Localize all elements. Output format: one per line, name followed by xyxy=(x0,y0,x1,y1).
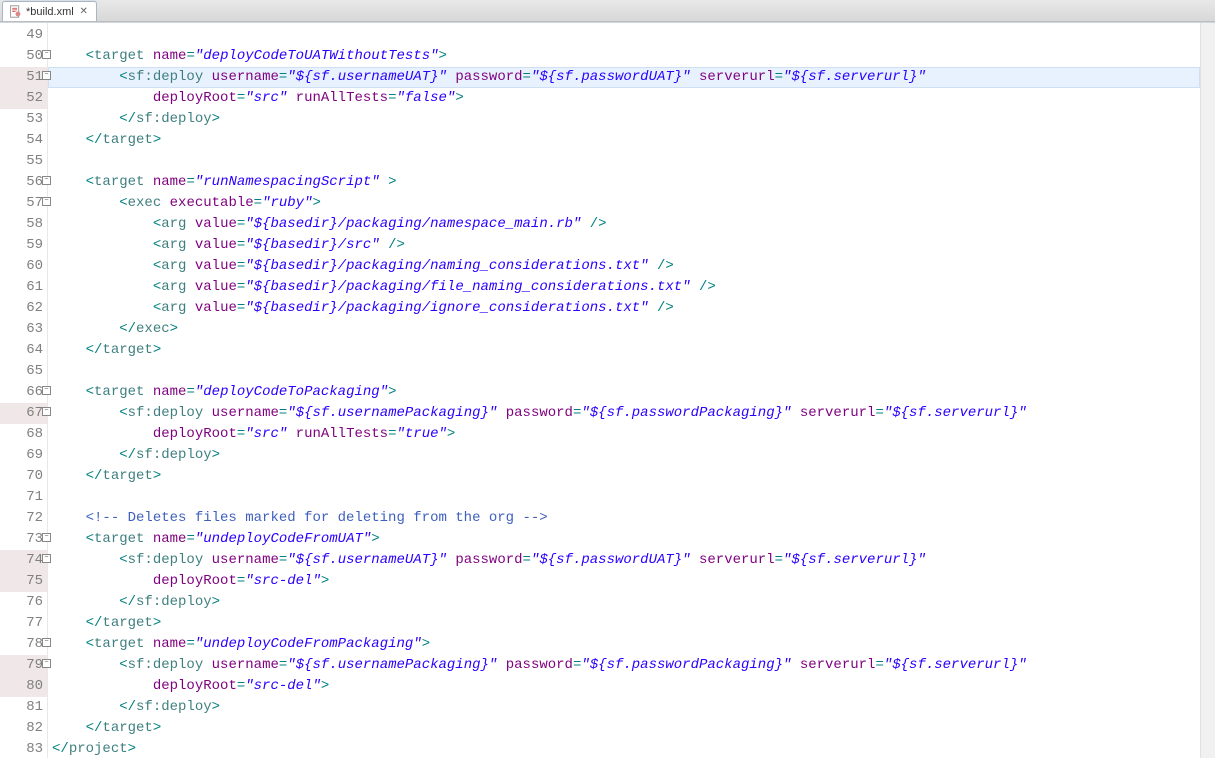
code-line[interactable]: deployRoot="src-del"> xyxy=(48,676,1200,697)
line-number: 78 xyxy=(0,634,47,655)
code-line[interactable] xyxy=(48,361,1200,382)
code-line[interactable]: <arg value="${basedir}/packaging/ignore_… xyxy=(48,298,1200,319)
fold-icon[interactable] xyxy=(42,71,51,80)
line-number: 50 xyxy=(0,46,47,67)
code-line[interactable] xyxy=(48,487,1200,508)
line-number: 61 xyxy=(0,277,47,298)
line-number-gutter[interactable]: 4950515253545556575859606162636465666768… xyxy=(0,23,48,758)
code-line[interactable] xyxy=(48,25,1200,46)
fold-icon[interactable] xyxy=(42,50,51,59)
code-line[interactable]: <!-- Deletes files marked for deleting f… xyxy=(48,508,1200,529)
line-number: 56 xyxy=(0,172,47,193)
tab-bar: *build.xml ✕ xyxy=(0,0,1215,22)
fold-icon[interactable] xyxy=(42,659,51,668)
ant-file-icon xyxy=(9,5,22,18)
code-line[interactable]: </target> xyxy=(48,466,1200,487)
line-number: 65 xyxy=(0,361,47,382)
line-number: 79 xyxy=(0,655,47,676)
code-line[interactable]: <sf:deploy username="${sf.usernamePackag… xyxy=(48,655,1200,676)
line-number: 82 xyxy=(0,718,47,739)
line-number: 54 xyxy=(0,130,47,151)
line-number: 49 xyxy=(0,25,47,46)
code-line[interactable]: <target name="undeployCodeFromUAT"> xyxy=(48,529,1200,550)
code-line[interactable]: <target name="deployCodeToPackaging"> xyxy=(48,382,1200,403)
line-number: 73 xyxy=(0,529,47,550)
code-line[interactable]: deployRoot="src-del"> xyxy=(48,571,1200,592)
code-area[interactable]: <target name="deployCodeToUATWithoutTest… xyxy=(48,23,1200,758)
fold-icon[interactable] xyxy=(42,407,51,416)
line-number: 83 xyxy=(0,739,47,758)
fold-icon[interactable] xyxy=(42,197,51,206)
tab-filename: *build.xml xyxy=(26,6,74,18)
close-icon[interactable]: ✕ xyxy=(78,6,90,18)
code-line[interactable]: </project> xyxy=(48,739,1200,758)
line-number: 70 xyxy=(0,466,47,487)
code-line[interactable]: </target> xyxy=(48,130,1200,151)
line-number: 67 xyxy=(0,403,47,424)
code-line[interactable]: deployRoot="src" runAllTests="true"> xyxy=(48,424,1200,445)
line-number: 64 xyxy=(0,340,47,361)
line-number: 68 xyxy=(0,424,47,445)
line-number: 77 xyxy=(0,613,47,634)
code-line[interactable]: <target name="deployCodeToUATWithoutTest… xyxy=(48,46,1200,67)
vertical-scrollbar[interactable] xyxy=(1200,23,1215,758)
line-number: 58 xyxy=(0,214,47,235)
line-number: 51 xyxy=(0,67,47,88)
line-number: 63 xyxy=(0,319,47,340)
line-number: 76 xyxy=(0,592,47,613)
code-line[interactable]: <sf:deploy username="${sf.usernamePackag… xyxy=(48,403,1200,424)
fold-icon[interactable] xyxy=(42,638,51,647)
code-line[interactable]: deployRoot="src" runAllTests="false"> xyxy=(48,88,1200,109)
fold-icon[interactable] xyxy=(42,533,51,542)
line-number: 52 xyxy=(0,88,47,109)
code-line[interactable]: </target> xyxy=(48,718,1200,739)
line-number: 55 xyxy=(0,151,47,172)
code-line[interactable]: </target> xyxy=(48,340,1200,361)
code-line[interactable]: </exec> xyxy=(48,319,1200,340)
code-line[interactable]: </target> xyxy=(48,613,1200,634)
code-line[interactable]: </sf:deploy> xyxy=(48,445,1200,466)
fold-icon[interactable] xyxy=(42,176,51,185)
code-line[interactable]: </sf:deploy> xyxy=(48,592,1200,613)
editor-tab[interactable]: *build.xml ✕ xyxy=(2,1,97,21)
line-number: 62 xyxy=(0,298,47,319)
line-number: 75 xyxy=(0,571,47,592)
code-line[interactable]: <arg value="${basedir}/packaging/file_na… xyxy=(48,277,1200,298)
fold-icon[interactable] xyxy=(42,554,51,563)
fold-icon[interactable] xyxy=(42,386,51,395)
line-number: 81 xyxy=(0,697,47,718)
line-number: 74 xyxy=(0,550,47,571)
code-line[interactable]: <exec executable="ruby"> xyxy=(48,193,1200,214)
line-number: 71 xyxy=(0,487,47,508)
code-line[interactable]: <arg value="${basedir}/packaging/namespa… xyxy=(48,214,1200,235)
line-number: 72 xyxy=(0,508,47,529)
editor-region: 4950515253545556575859606162636465666768… xyxy=(0,22,1215,758)
line-number: 60 xyxy=(0,256,47,277)
line-number: 69 xyxy=(0,445,47,466)
code-line[interactable]: </sf:deploy> xyxy=(48,109,1200,130)
code-line[interactable]: <arg value="${basedir}/packaging/naming_… xyxy=(48,256,1200,277)
code-line[interactable] xyxy=(48,151,1200,172)
code-line[interactable]: </sf:deploy> xyxy=(48,697,1200,718)
code-line[interactable]: <arg value="${basedir}/src" /> xyxy=(48,235,1200,256)
code-line[interactable]: <target name="undeployCodeFromPackaging"… xyxy=(48,634,1200,655)
line-number: 80 xyxy=(0,676,47,697)
line-number: 59 xyxy=(0,235,47,256)
code-line[interactable]: <target name="runNamespacingScript" > xyxy=(48,172,1200,193)
code-line[interactable]: <sf:deploy username="${sf.usernameUAT}" … xyxy=(48,67,1200,88)
line-number: 53 xyxy=(0,109,47,130)
code-line[interactable]: <sf:deploy username="${sf.usernameUAT}" … xyxy=(48,550,1200,571)
line-number: 66 xyxy=(0,382,47,403)
line-number: 57 xyxy=(0,193,47,214)
